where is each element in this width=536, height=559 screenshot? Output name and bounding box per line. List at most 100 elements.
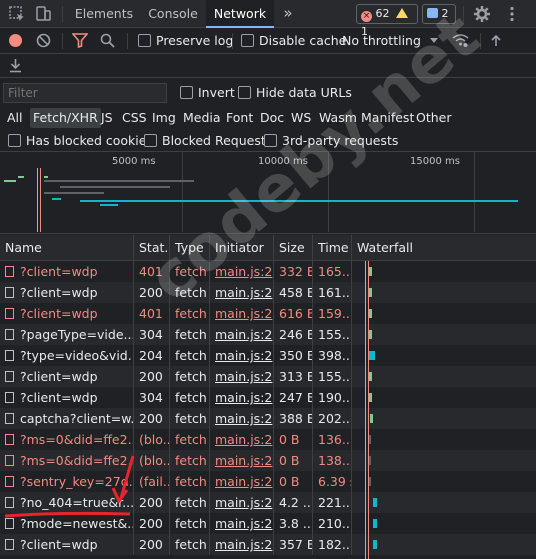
timeline-overview[interactable]: 5000 ms 10000 ms 15000 ms [0, 152, 536, 234]
cell-initiator[interactable]: main.js:2 [210, 345, 274, 366]
cell-initiator-text[interactable]: main.js:2 [215, 495, 272, 510]
clear-icon[interactable] [36, 33, 51, 48]
cell-initiator[interactable]: main.js:2 [210, 450, 274, 471]
cell-initiator[interactable]: main.js:2 [210, 534, 274, 555]
device-toolbar-icon[interactable] [34, 5, 52, 23]
cell-name: ?ms=0&did=ffe2... [0, 429, 134, 450]
table-row[interactable]: ?type=video&vid... 204 fetch main.js:2 350 B… [0, 345, 536, 366]
type-filter-img[interactable]: Img [150, 108, 178, 128]
table-row[interactable]: ?client=wdp 200 fetch main.js:2 357 B 182... [0, 534, 536, 555]
cell-type: fetch [170, 387, 210, 408]
file-icon [5, 413, 14, 424]
cell-time: 398... [313, 345, 352, 366]
cell-initiator[interactable]: main.js:2 [210, 429, 274, 450]
table-row[interactable]: ?client=wdp 200 fetch main.js:2 313 B 155... [0, 366, 536, 387]
cell-name: ?client=wdp [0, 303, 134, 324]
overview-tick-label: 10000 ms [258, 156, 308, 167]
cell-initiator[interactable]: main.js:2 [210, 492, 274, 513]
throttling-select[interactable]: No throttling [342, 33, 421, 48]
table-row[interactable]: ?client=wdp 401 fetch main.js:2 616 B 159... [0, 303, 536, 324]
cell-initiator-text[interactable]: main.js:2 [215, 285, 272, 300]
messages-badge[interactable]: 2 [422, 4, 456, 24]
table-row[interactable]: ?client=wdp 401 fetch main.js:2 332 B 165... [0, 261, 536, 282]
cell-initiator-text[interactable]: main.js:2 [215, 474, 272, 489]
cell-type-text: fetch [175, 369, 207, 384]
blocked-requests-checkbox[interactable] [144, 134, 157, 147]
type-filter-all[interactable]: All [5, 108, 25, 128]
type-filter-media[interactable]: Media [181, 108, 223, 128]
column-header-type[interactable]: Type [170, 235, 210, 261]
cell-initiator-text[interactable]: main.js:2 [215, 453, 272, 468]
type-filter-js[interactable]: JS [99, 108, 115, 128]
column-header-waterfall[interactable]: Waterfall [352, 235, 536, 261]
table-row[interactable]: ?sentry_key=27d... (fail... fetch main.js:2… [0, 471, 536, 492]
cell-initiator[interactable]: main.js:2 [210, 282, 274, 303]
type-filter-doc[interactable]: Doc [258, 108, 286, 128]
filter-icon[interactable] [72, 33, 88, 48]
settings-gear-icon[interactable] [473, 5, 491, 23]
cell-initiator-text[interactable]: main.js:2 [215, 390, 272, 405]
tab-network[interactable]: Network [206, 0, 274, 28]
type-filter-manifest[interactable]: Manifest [359, 108, 416, 128]
cell-initiator[interactable]: main.js:2 [210, 513, 274, 534]
cell-initiator-text[interactable]: main.js:2 [215, 537, 272, 552]
cell-initiator-text[interactable]: main.js:2 [215, 516, 272, 531]
hide-data-urls-checkbox[interactable] [238, 86, 251, 99]
preserve-log-label: Preserve log [156, 33, 234, 48]
third-party-requests-checkbox[interactable] [264, 134, 277, 147]
column-header-time[interactable]: Time [313, 235, 352, 261]
disable-cache-checkbox[interactable] [241, 34, 254, 47]
column-header-status[interactable]: Stat... [134, 235, 170, 261]
more-options-icon[interactable] [503, 5, 521, 23]
tab-elements[interactable]: Elements [68, 0, 140, 28]
waterfall-dom-content-loaded-line [365, 261, 366, 559]
cell-initiator-text[interactable]: main.js:2 [215, 369, 272, 384]
type-filter-wasm[interactable]: Wasm [317, 108, 359, 128]
cell-initiator[interactable]: main.js:2 [210, 324, 274, 345]
table-row[interactable]: ?pageType=vide... 304 fetch main.js:2 246 B 1… [0, 324, 536, 345]
column-header-size[interactable]: Size [274, 235, 313, 261]
cell-initiator[interactable]: main.js:2 [210, 366, 274, 387]
invert-checkbox[interactable] [180, 86, 193, 99]
tab-console[interactable]: Console [140, 0, 206, 28]
inspect-element-icon[interactable] [8, 5, 26, 23]
network-conditions-icon[interactable] [452, 33, 469, 48]
table-row[interactable]: ?client=wdp 304 fetch main.js:2 247 B 190... [0, 387, 536, 408]
type-filter-font[interactable]: Font [224, 108, 255, 128]
column-header-name[interactable]: Name [0, 235, 134, 261]
cell-initiator[interactable]: main.js:2 [210, 261, 274, 282]
cell-initiator[interactable]: main.js:2 [210, 471, 274, 492]
preserve-log-checkbox[interactable] [138, 34, 151, 47]
table-row[interactable]: ?ms=0&did=ffe2... (blo... fetch main.js:2 0 … [0, 450, 536, 471]
cell-initiator-text[interactable]: main.js:2 [215, 411, 272, 426]
cell-initiator[interactable]: main.js:2 [210, 303, 274, 324]
type-filter-fetch-xhr[interactable]: Fetch/XHR [30, 108, 101, 128]
import-har-icon[interactable] [490, 34, 502, 47]
cell-initiator-text[interactable]: main.js:2 [215, 306, 272, 321]
table-row[interactable]: ?client=wdp 200 fetch main.js:2 458 B 161... [0, 282, 536, 303]
cell-initiator-text[interactable]: main.js:2 [215, 327, 272, 342]
filter-input[interactable] [3, 83, 167, 103]
search-icon[interactable] [100, 33, 115, 48]
has-blocked-cookies-checkbox[interactable] [8, 134, 21, 147]
tab-divider [463, 6, 464, 22]
type-filter-css[interactable]: CSS [120, 108, 149, 128]
table-row[interactable]: ?ms=0&did=ffe2... (blo... fetch main.js:2 0 … [0, 429, 536, 450]
type-filter-other[interactable]: Other [414, 108, 454, 128]
table-row[interactable]: ?mode=newest&... 200 fetch main.js:2 3.8 ...… [0, 513, 536, 534]
cell-initiator[interactable]: main.js:2 [210, 408, 274, 429]
cell-initiator-text[interactable]: main.js:2 [215, 432, 272, 447]
issues-badge[interactable]: × 62 1 [356, 4, 418, 38]
cell-size-text: 3.8 ... [279, 516, 313, 531]
export-har-icon[interactable] [9, 58, 22, 73]
cell-initiator-text[interactable]: main.js:2 [215, 348, 272, 363]
cell-initiator-text[interactable]: main.js:2 [215, 264, 272, 279]
overview-bar [80, 200, 518, 202]
column-header-initiator[interactable]: Initiator [210, 235, 274, 261]
cell-initiator[interactable]: main.js:2 [210, 387, 274, 408]
type-filter-ws[interactable]: WS [289, 108, 313, 128]
more-tabs-button[interactable]: » [278, 0, 298, 28]
record-button[interactable] [9, 34, 22, 47]
table-row[interactable]: ?no_404=true&r... 200 fetch main.js:2 4.2 ..… [0, 492, 536, 513]
table-row[interactable]: captcha?client=w... 200 fetch main.js:2 388 … [0, 408, 536, 429]
